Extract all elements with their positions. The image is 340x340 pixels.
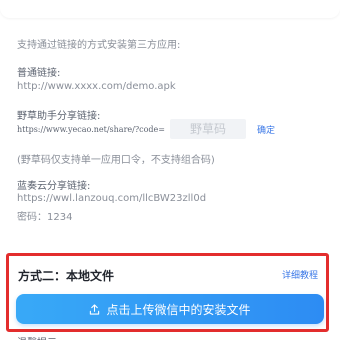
yecao-note: (野草码仅支持单一应用口令，不支持组合码) [17, 155, 215, 166]
intro-text: 支持通过链接的方式安装第三方应用: [17, 40, 181, 51]
normal-link-label: 普通链接: [17, 68, 61, 79]
upload-install-file-button[interactable]: 点击上传微信中的安装文件 [16, 294, 324, 324]
panel-top-edge [0, 0, 340, 18]
detailed-tutorial-link[interactable]: 详细教程 [282, 268, 318, 281]
confirm-button[interactable]: 确定 [257, 123, 275, 136]
upload-icon [90, 303, 100, 315]
lanzou-link-label: 蓝奏云分享链接: [17, 181, 91, 192]
bottom-partial-text: 温馨提示 [17, 334, 57, 340]
yecao-code-input[interactable]: 野草码 [170, 119, 246, 139]
normal-link-url: http://www.xxxx.com/demo.apk [17, 81, 176, 92]
upload-button-label: 点击上传微信中的安装文件 [106, 302, 251, 317]
lanzou-link-url: https://wwl.lanzouq.com/llcBW23zll0d [17, 193, 207, 204]
yecao-link-url: https://www.yecao.net/share/?code= [17, 125, 165, 134]
method-two-title: 方式二：本地文件 [18, 269, 115, 283]
local-file-section: 方式二：本地文件 详细教程 点击上传微信中的安装文件 [6, 253, 329, 332]
lanzou-password: 密码：1234 [17, 212, 73, 223]
yecao-link-label: 野草助手分享链接: [17, 111, 101, 122]
install-panel: 支持通过链接的方式安装第三方应用: 普通链接: http://www.xxxx.… [0, 0, 340, 340]
